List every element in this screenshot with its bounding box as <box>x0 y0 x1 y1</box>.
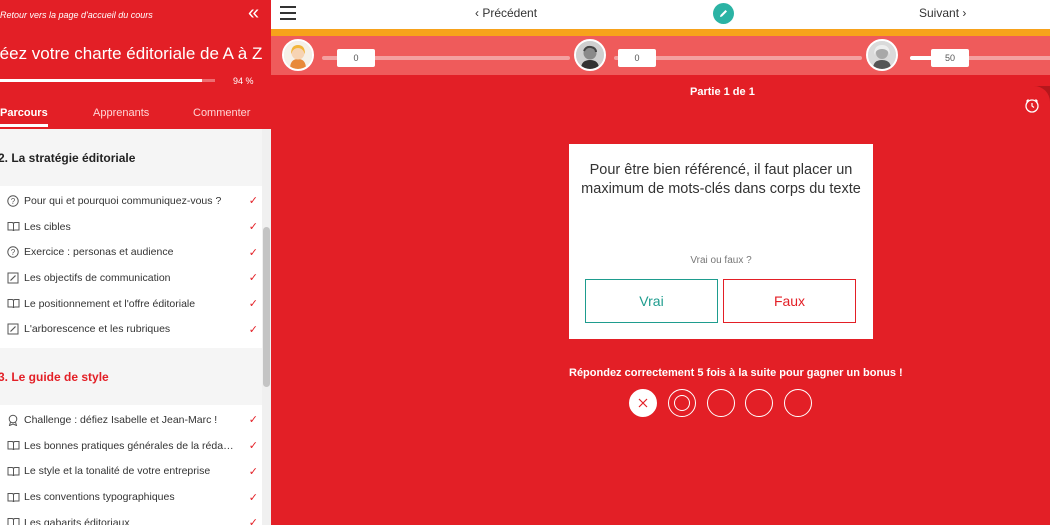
list-item[interactable]: Les cibles ✓ <box>0 214 262 240</box>
list-item-label: Les bonnes pratiques générales de la réd… <box>24 439 234 452</box>
book-icon <box>6 490 20 504</box>
hamburger-icon[interactable] <box>280 6 296 20</box>
question-card: Pour être bien référencé, il faut placer… <box>569 144 873 339</box>
edit-doc-icon <box>6 271 20 285</box>
question-circle-icon: ? <box>6 245 20 259</box>
streak-empty-indicator <box>784 389 812 417</box>
course-title: réez votre charte éditoriale de A à Z <box>0 44 263 63</box>
check-icon: ✓ <box>248 465 258 478</box>
list-item[interactable]: ? Exercice : personas et audience ✓ <box>0 239 262 265</box>
list-item-label: Les objectifs de communication <box>24 271 171 284</box>
player-2-score: 0 <box>618 49 656 67</box>
section-heading[interactable]: 2. La stratégie éditoriale <box>0 129 262 186</box>
streak-current-indicator <box>668 389 696 417</box>
double-chevron-left-icon[interactable]: « <box>248 3 259 23</box>
section-heading[interactable]: 3. Le guide de style <box>0 348 262 406</box>
course-outline: 2. La stratégie éditoriale ? Pour qui et… <box>0 129 262 525</box>
book-icon <box>6 220 20 234</box>
book-icon <box>6 516 20 525</box>
streak-empty-indicator <box>707 389 735 417</box>
tab-commenter[interactable]: Commenter <box>193 107 250 119</box>
check-icon: ✓ <box>248 246 258 259</box>
list-item[interactable]: Le positionnement et l'offre éditoriale … <box>0 291 262 317</box>
list-item[interactable]: Challenge : défiez Isabelle et Jean-Marc… <box>0 407 262 433</box>
list-item-label: Pour qui et pourquoi communiquez-vous ? <box>24 194 222 207</box>
check-icon: ✓ <box>248 323 258 336</box>
list-item-label: Les conventions typographiques <box>24 491 175 504</box>
edit-doc-icon <box>6 322 20 336</box>
question-text: Pour être bien référencé, il faut placer… <box>581 162 861 197</box>
player-1-score: 0 <box>337 49 375 67</box>
check-icon: ✓ <box>248 298 258 311</box>
course-progress-label: 94 % <box>233 76 254 86</box>
streak-wrong-indicator <box>629 389 657 417</box>
back-to-course-home-link[interactable]: Retour vers la page d'accueil du cours <box>0 10 153 20</box>
check-icon: ✓ <box>248 272 258 285</box>
section-items: ? Pour qui et pourquoi communiquez-vous … <box>0 186 262 349</box>
book-icon <box>6 297 20 311</box>
section-items: Challenge : défiez Isabelle et Jean-Marc… <box>0 405 262 525</box>
list-item[interactable]: ? Pour qui et pourquoi communiquez-vous … <box>0 188 262 214</box>
top-navigation-bar: ‹ Précédent Suivant › <box>271 0 1050 29</box>
check-icon: ✓ <box>248 195 258 208</box>
false-button[interactable]: Faux <box>723 279 856 323</box>
bonus-text: Répondez correctement 5 fois à la suite … <box>569 367 903 379</box>
previous-button[interactable]: ‹ Précédent <box>475 6 537 20</box>
badge-icon <box>6 413 20 427</box>
list-item-label: Le positionnement et l'offre éditoriale <box>24 297 196 310</box>
check-icon: ✓ <box>248 440 258 453</box>
list-item[interactable]: Les conventions typographiques ✓ <box>0 484 262 510</box>
true-button[interactable]: Vrai <box>585 279 718 323</box>
list-item[interactable]: Les bonnes pratiques générales de la réd… <box>0 433 262 459</box>
streak-empty-indicator <box>745 389 773 417</box>
list-item-label: Les cibles <box>24 220 71 233</box>
question-circle-icon: ? <box>6 194 20 208</box>
section-title: 3. Le guide de style <box>0 369 109 384</box>
player-3-avatar <box>866 39 898 71</box>
alarm-clock-icon[interactable] <box>1022 86 1050 114</box>
list-item[interactable]: Les gabarits éditoriaux ✓ <box>0 510 262 525</box>
pencil-icon[interactable] <box>713 3 734 24</box>
activity-progress-bar <box>271 29 1050 36</box>
sidebar-header: Retour vers la page d'accueil du cours «… <box>0 0 271 129</box>
book-icon <box>6 439 20 453</box>
book-icon <box>6 464 20 478</box>
svg-text:?: ? <box>11 248 16 257</box>
player-3-score: 50 <box>931 49 969 67</box>
tab-parcours[interactable]: Parcours <box>0 107 48 127</box>
player-3-track-fill <box>910 56 932 60</box>
list-item[interactable]: L'arborescence et les rubriques ✓ <box>0 316 262 342</box>
list-item-label: Le style et la tonalité de votre entrepr… <box>24 465 211 478</box>
check-icon: ✓ <box>248 414 258 427</box>
next-button[interactable]: Suivant › <box>919 6 966 20</box>
part-label: Partie 1 de 1 <box>690 86 755 98</box>
course-progress-fill <box>0 79 203 82</box>
check-icon: ✓ <box>248 221 258 234</box>
svg-text:?: ? <box>11 197 16 206</box>
check-icon: ✓ <box>248 517 258 525</box>
check-icon: ✓ <box>248 491 258 504</box>
scrollbar-thumb[interactable] <box>263 227 270 387</box>
sidebar-scrollbar[interactable] <box>262 129 271 525</box>
list-item-label: Challenge : défiez Isabelle et Jean-Marc… <box>24 413 218 426</box>
list-item[interactable]: Le style et la tonalité de votre entrepr… <box>0 459 262 485</box>
streak-current-ring <box>674 395 690 411</box>
list-item[interactable]: Les objectifs de communication ✓ <box>0 265 262 291</box>
sidebar-tabs: Parcours Apprenants Commenter <box>0 107 271 129</box>
players-score-strip: 0 0 50 <box>271 36 1050 75</box>
section-title: 2. La stratégie éditoriale <box>0 150 136 165</box>
list-item-label: Les gabarits éditoriaux <box>24 516 130 525</box>
course-sidebar: Retour vers la page d'accueil du cours «… <box>0 0 271 525</box>
list-item-label: Exercice : personas et audience <box>24 246 174 259</box>
course-progress-bar <box>0 79 215 82</box>
close-icon <box>638 398 648 408</box>
player-2-avatar <box>574 39 606 71</box>
tab-apprenants[interactable]: Apprenants <box>93 107 149 119</box>
list-item-label: L'arborescence et les rubriques <box>24 323 171 336</box>
player-1-avatar <box>282 39 314 71</box>
answer-hint: Vrai ou faux ? <box>690 255 752 266</box>
